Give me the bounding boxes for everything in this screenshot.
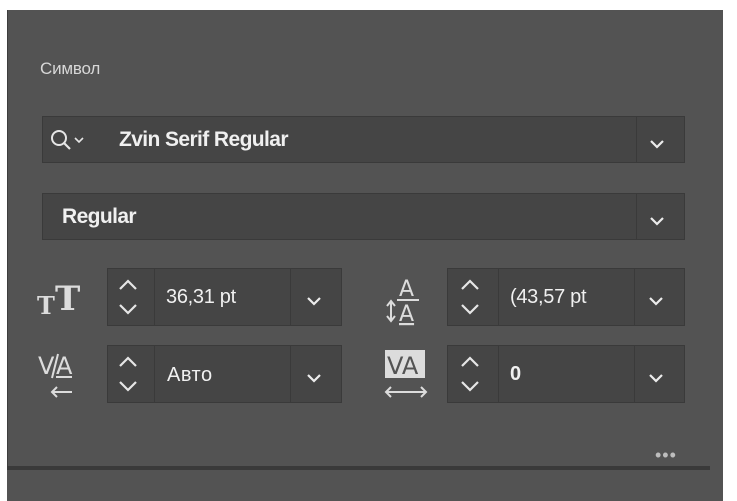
font-style-field[interactable]: Regular [42,193,685,240]
font-size-field[interactable]: 36,31 pt [107,268,342,326]
tracking-field[interactable]: 0 [447,345,685,403]
kerning-value[interactable]: Авто [167,364,213,387]
font-family-field[interactable]: Zvin Serif Regular [42,116,685,163]
tracking-value[interactable]: 0 [510,363,521,386]
svg-text:VA: VA [387,352,419,380]
svg-text:T: T [37,291,55,320]
kerning-stepper[interactable] [116,352,140,396]
tracking-icon: VA [383,348,433,407]
more-options-icon[interactable]: ••• [655,445,677,466]
kerning-field[interactable]: Авто [107,345,342,403]
font-style-value[interactable]: Regular [62,205,137,229]
font-family-value[interactable]: Zvin Serif Regular [119,128,289,152]
next-section-strip [7,470,723,501]
leading-icon: A A [385,272,433,331]
kerning-icon: V A [38,348,88,407]
search-icon[interactable] [49,128,87,157]
font-size-value[interactable]: 36,31 pt [166,286,236,309]
tracking-dropdown-chevron-down-icon[interactable] [648,370,664,383]
leading-dropdown-chevron-down-icon[interactable] [648,293,664,306]
character-panel: Символ Zvin Serif Regular Regular T T 36… [7,10,724,501]
leading-stepper[interactable] [458,275,482,319]
leading-value[interactable]: (43,57 pt [510,286,587,309]
svg-text:A: A [399,277,414,302]
font-size-dropdown-chevron-down-icon[interactable] [306,293,322,306]
leading-field[interactable]: (43,57 pt [447,268,685,326]
tracking-stepper[interactable] [458,352,482,396]
font-size-icon: T T [37,279,97,325]
svg-text:A: A [56,352,73,380]
svg-text:T: T [55,280,80,319]
window-edge [723,10,737,501]
svg-text:A: A [399,302,414,326]
font-family-dropdown-chevron-down-icon[interactable] [649,136,665,149]
font-size-stepper[interactable] [116,275,140,319]
screenshot-canvas: Символ Zvin Serif Regular Regular T T 36… [0,0,737,501]
kerning-dropdown-chevron-down-icon[interactable] [306,370,322,383]
panel-title: Символ [40,59,101,78]
font-style-dropdown-chevron-down-icon[interactable] [649,213,665,226]
